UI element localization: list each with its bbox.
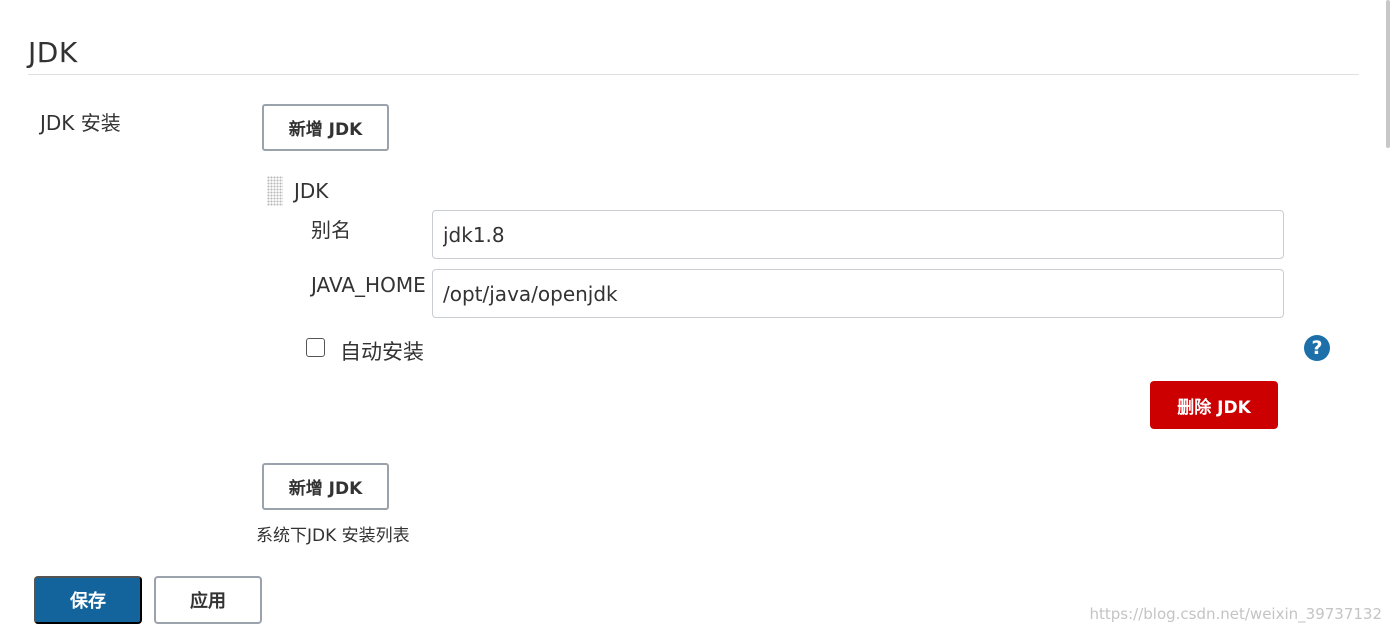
section-divider <box>28 74 1359 75</box>
add-jdk-button-top[interactable]: 新增 JDK <box>262 104 389 151</box>
jdk-installations-label: JDK 安装 <box>40 111 121 135</box>
alias-input[interactable] <box>432 210 1284 259</box>
jdk-block-title: JDK <box>294 179 329 203</box>
java-home-input[interactable] <box>432 269 1284 318</box>
auto-install-checkbox[interactable] <box>306 338 325 357</box>
help-icon[interactable]: ? <box>1304 335 1330 361</box>
section-title: JDK <box>28 36 78 69</box>
jdk-config-page: JDK JDK 安装 新增 JDK JDK 别名 JAVA_HOME 自动安装 … <box>0 0 1392 634</box>
apply-button[interactable]: 应用 <box>154 576 262 624</box>
scrollbar[interactable] <box>1386 0 1390 148</box>
alias-label: 别名 <box>311 218 351 242</box>
delete-jdk-button[interactable]: 删除 JDK <box>1150 381 1278 429</box>
java-home-label: JAVA_HOME <box>311 273 426 297</box>
jdk-installations-description: 系统下JDK 安装列表 <box>256 526 410 546</box>
drag-handle-icon[interactable] <box>267 176 283 206</box>
add-jdk-button-bottom[interactable]: 新增 JDK <box>262 463 389 510</box>
watermark: https://blog.csdn.net/weixin_39737132 <box>1089 605 1382 623</box>
save-button[interactable]: 保存 <box>34 576 142 624</box>
auto-install-label[interactable]: 自动安装 <box>340 336 424 366</box>
